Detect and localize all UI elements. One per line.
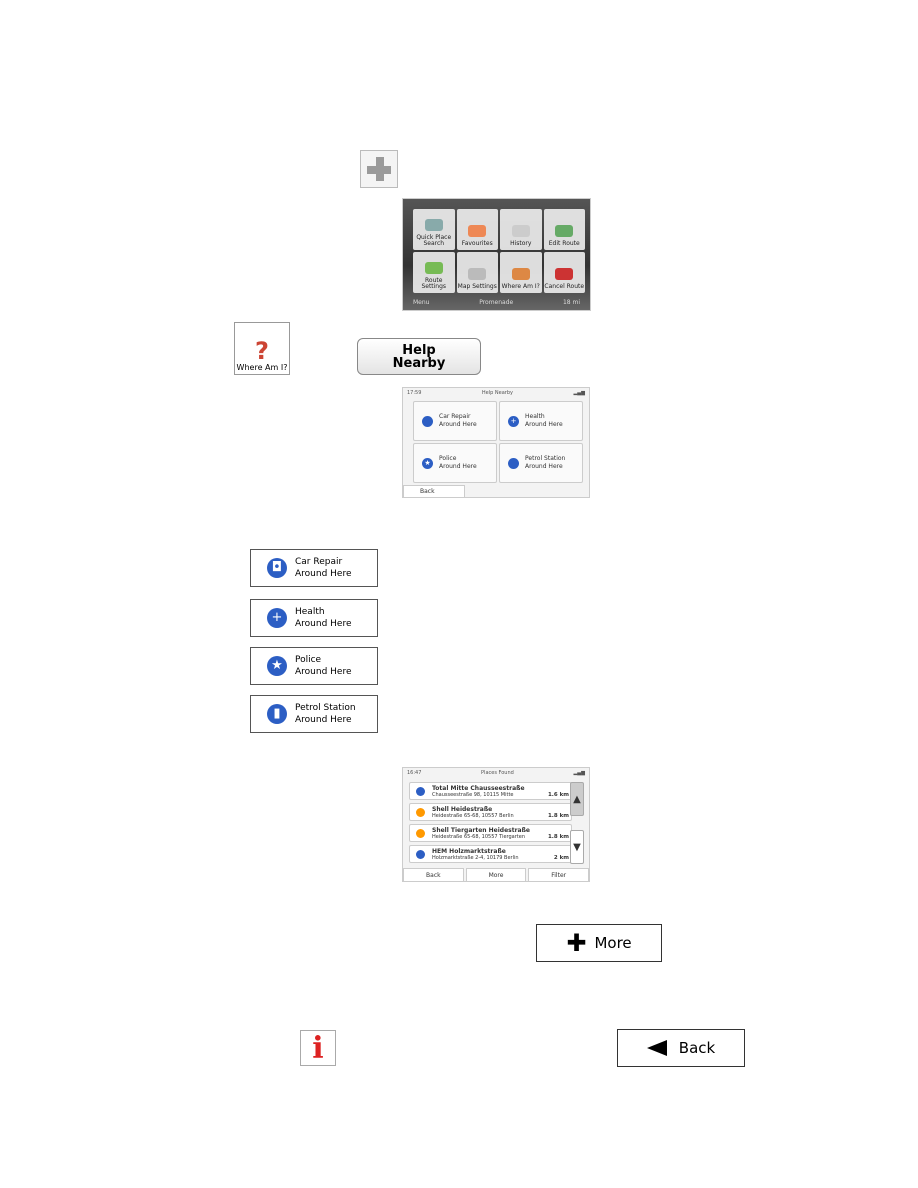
tile-label: History [510, 240, 532, 247]
health-button[interactable]: + Health Around Here [250, 599, 378, 637]
tile-edit-route: Edit Route [543, 209, 585, 250]
tile-line1: Petrol Station [525, 455, 566, 462]
plus-icon [360, 150, 398, 188]
car-repair-button[interactable]: ◘ Car Repair Around Here [250, 549, 378, 587]
more-button[interactable]: ✚ More [536, 924, 662, 962]
tile-map-settings: Map Settings [456, 252, 498, 293]
police-button[interactable]: ★ Police Around Here [250, 647, 378, 685]
tile-label: Cancel Route [544, 283, 585, 290]
tile-health: + Health Around Here [499, 401, 583, 441]
tile-line1: Police [439, 455, 457, 462]
where-am-i-icon: ? Where Am I? [234, 322, 290, 375]
scroll-up-icon: ▲ [570, 782, 584, 816]
plus-icon: ✚ [566, 929, 587, 957]
tile-label: Favourites [461, 240, 493, 247]
clock: 16:47 [407, 770, 422, 776]
cross-icon: + [267, 608, 287, 628]
tile-petrol: Petrol Station Around Here [499, 443, 583, 483]
back-label: Back [678, 1039, 716, 1057]
tile-quick-search: Quick Place Search [413, 209, 455, 250]
screen-title: Places Found [481, 770, 514, 776]
place-row: Shell Tiergarten Heidestraße Heidestraße … [409, 824, 572, 842]
tile-line2: Around Here [439, 463, 477, 470]
button-line1: Police [295, 655, 322, 665]
button-line2: Around Here [295, 619, 352, 629]
cross-icon: + [508, 415, 519, 427]
fuel-icon: ▮ [267, 704, 287, 724]
petrol-station-button[interactable]: ▮ Petrol Station Around Here [250, 695, 378, 733]
tile-label: Map Settings [457, 283, 497, 290]
tile-label: Quick Place Search [416, 234, 452, 247]
distance-label: 18 mi [562, 299, 580, 306]
car-icon [422, 415, 433, 427]
button-line2: Around Here [295, 569, 352, 579]
question-mark-icon: ? [255, 337, 269, 365]
clock: 17:59 [407, 390, 422, 396]
tile-label: Route Settings [421, 277, 447, 290]
tile-police: ★ Police Around Here [413, 443, 497, 483]
button-line2: Around Here [295, 715, 352, 725]
street-label: Promenade [479, 299, 514, 306]
button-line1: Health [295, 607, 325, 617]
place-row: Total Mitte Chausseestraße Chausseestraße… [409, 782, 572, 800]
tile-where-am-i: Where Am I? [500, 252, 542, 293]
back-tab: Back [403, 485, 465, 497]
button-line1: Petrol Station [295, 703, 356, 713]
back-tab: Back [403, 868, 464, 881]
more-label: More [594, 934, 632, 952]
button-line2: Around Here [295, 667, 352, 677]
info-icon: i [300, 1030, 336, 1066]
place-row: HEM Holzmarktstraße Holzmarktstraße 2-4, … [409, 845, 572, 863]
car-icon: ◘ [267, 558, 287, 578]
tile-car-repair: Car Repair Around Here [413, 401, 497, 441]
button-line1: Car Repair [295, 557, 343, 567]
tile-line2: Around Here [525, 463, 563, 470]
tile-line1: Car Repair [439, 413, 471, 420]
fuel-icon [508, 457, 519, 469]
scroll-down-icon: ▼ [570, 830, 584, 864]
signal-icon: ▂▄▆ [573, 390, 585, 396]
tile-cancel-route: Cancel Route [543, 252, 585, 293]
screen-title: Help Nearby [481, 390, 513, 396]
tile-label: Edit Route [548, 240, 580, 247]
menu-label: Menu [413, 299, 430, 306]
tile-route-settings: Route Settings [413, 252, 455, 293]
tile-favourites: Favourites [456, 209, 498, 250]
back-button[interactable]: Back [617, 1029, 745, 1067]
back-arrow-icon [646, 1040, 667, 1056]
tile-line2: Around Here [525, 421, 563, 428]
place-row: Shell Heidestraße Heidestraße 65-68, 1055… [409, 803, 572, 821]
help-nearby-button[interactable]: Help Nearby [357, 338, 481, 375]
more-tab: More [465, 868, 527, 881]
star-icon: ★ [422, 457, 433, 469]
where-am-i-label: Where Am I? [236, 363, 288, 372]
star-icon: ★ [267, 656, 287, 676]
signal-icon: ▂▄▆ [573, 770, 585, 776]
tile-line1: Health [525, 413, 545, 420]
menu-screenshot: Quick Place Search Favourites History Ed… [402, 198, 591, 311]
tile-line2: Around Here [439, 421, 477, 428]
help-nearby-line2: Nearby [392, 356, 446, 371]
help-nearby-screenshot: 17:59 Help Nearby ▂▄▆ Car Repair Around Her… [402, 387, 590, 498]
tile-label: Where Am I? [501, 283, 540, 290]
tile-history: History [500, 209, 542, 250]
places-found-screenshot: 16:47 Places Found ▂▄▆ Total Mitte Chausse… [402, 767, 590, 882]
filter-tab: Filter [528, 868, 589, 881]
